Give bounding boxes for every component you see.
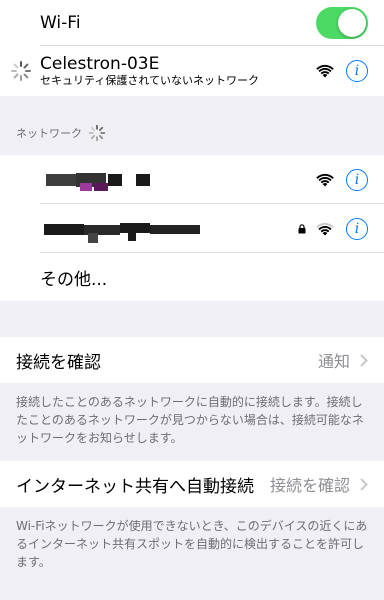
toggle-knob (338, 9, 366, 37)
ask-to-join-value: 通知 (317, 352, 350, 371)
connected-network-subtitle: セキュリティ保護されていないネットワーク (40, 74, 260, 88)
info-icon[interactable]: i (346, 168, 368, 191)
info-icon[interactable]: i (346, 60, 368, 82)
wifi-signal-icon (316, 64, 334, 78)
connected-network-name: Celestron-03E (40, 53, 160, 74)
other-network-row[interactable]: その他... (0, 253, 384, 301)
info-icon[interactable]: i (346, 217, 368, 240)
auto-join-hotspot-footer: Wi-Fiネットワークが使用できないとき、このデバイスの近くにあるインターネット… (16, 519, 368, 569)
networks-header-label: ネットワーク (16, 127, 82, 140)
ask-to-join-group: 接続を確認 通知 (0, 337, 384, 383)
ask-to-join-row[interactable]: 接続を確認 通知 (0, 337, 384, 383)
chevron-right-icon (360, 477, 368, 491)
auto-join-hotspot-row[interactable]: インターネット共有へ自動接続 接続を確認 (0, 461, 384, 507)
wifi-toggle[interactable] (316, 7, 368, 39)
spinner-icon (88, 124, 106, 142)
ask-to-join-footer: 接続したことのあるネットワークに自動的に接続します。接続したことのあるネットワー… (16, 395, 364, 445)
auto-join-hotspot-value: 接続を確認 (269, 476, 350, 495)
spinner-icon (11, 61, 31, 81)
chevron-right-icon (360, 353, 368, 367)
ask-to-join-label: 接続を確認 (16, 352, 101, 373)
wifi-signal-icon (316, 222, 334, 235)
connected-network-row[interactable]: Celestron-03E セキュリティ保護されていないネットワーク i (0, 46, 384, 96)
wifi-toggle-row: Wi-Fi (0, 0, 384, 46)
wifi-label: Wi-Fi (40, 13, 81, 33)
other-network-label: その他... (40, 269, 108, 290)
lock-icon (298, 223, 306, 233)
wifi-signal-icon (316, 173, 334, 186)
network-row[interactable]: i (0, 155, 384, 204)
auto-join-hotspot-label: インターネット共有へ自動接続 (16, 476, 254, 497)
auto-join-hotspot-group: インターネット共有へ自動接続 接続を確認 (0, 461, 384, 507)
redacted-network-name (40, 221, 298, 243)
connected-network-text: Celestron-03E セキュリティ保護されていないネットワーク (40, 53, 316, 88)
redacted-network-name (40, 172, 316, 191)
networks-group: i i その他... (0, 155, 384, 301)
network-row[interactable]: i (0, 204, 384, 253)
wifi-group: Wi-Fi Celestron-03E セキュリティ保護されていないネットワーク (0, 0, 384, 96)
networks-section-header: ネットワーク (0, 96, 384, 155)
